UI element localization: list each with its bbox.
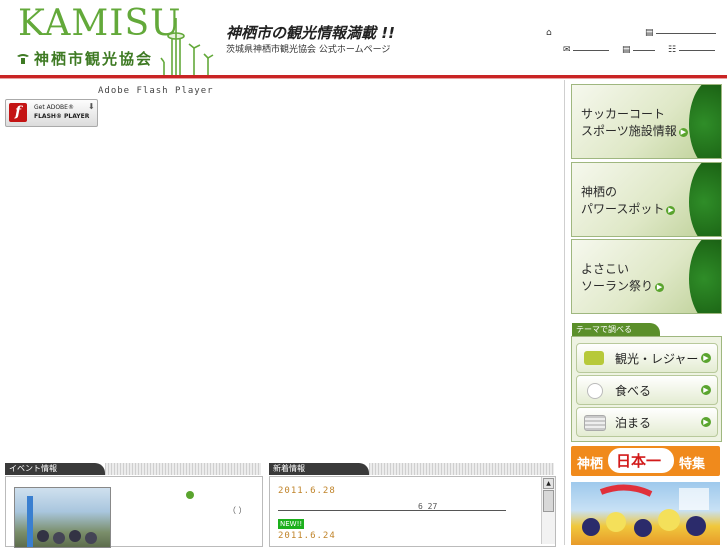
tab-stripe: [369, 463, 554, 475]
emblem-icon: [17, 54, 29, 64]
arrow-right-icon: ▶: [701, 353, 711, 363]
banner-swoosh: [689, 85, 721, 158]
mail-icon: ✉: [563, 45, 571, 55]
news-divider: [278, 510, 506, 511]
banner-festival-photo[interactable]: [571, 482, 720, 545]
news-date: 2011.6.28: [278, 486, 336, 496]
site-logo-subtitle[interactable]: 神栖市観光協会: [16, 48, 153, 69]
logo-subtitle-text: 神栖市観光協会: [34, 50, 154, 68]
util-link-2[interactable]: ✉: [563, 45, 610, 55]
banner-swoosh: [689, 240, 721, 313]
home-link[interactable]: ⌂: [546, 28, 552, 38]
news-tab-label: 新着情報: [273, 464, 305, 473]
arrow-right-icon: ▶: [655, 283, 665, 292]
site-subtagline: 茨城県神栖市観光協会 公式ホームページ: [226, 45, 391, 55]
util-link-4[interactable]: ☷: [668, 45, 715, 55]
theme-stay-button[interactable]: 泊まる ▶: [576, 407, 718, 437]
arrow-right-icon: ▶: [701, 385, 711, 395]
event-photo[interactable]: [14, 487, 111, 548]
nippon-right-text: 特集: [679, 457, 706, 472]
arrow-right-icon: ▶: [678, 128, 688, 137]
theme-search-panel: 観光・レジャー ▶ 食べる ▶ 泊まる ▶: [571, 336, 722, 442]
theme-button-label: 食べる: [615, 384, 652, 398]
download-arrow-icon: ⬇: [88, 102, 95, 111]
site-tagline: 神栖市の観光情報満載 !!: [226, 24, 395, 42]
theme-search-tab: テーマで調べる: [572, 323, 660, 336]
sitemap-icon: ☷: [668, 45, 677, 55]
theme-button-label: 観光・レジャー: [615, 352, 699, 366]
banner-line2: ソーラン祭り ▶: [581, 279, 665, 293]
scroll-up-arrow-icon[interactable]: ▲: [543, 478, 554, 489]
arrow-right-icon: ▶: [666, 206, 676, 215]
news-panel: 2011.6.28 6 27 NEW!! 2011.6.24 ▲: [269, 476, 556, 547]
banner-line1: 神栖の: [581, 185, 618, 199]
event-arrow-icon[interactable]: [186, 491, 194, 499]
site-header: KAMISU 神栖市観光協会 神栖市の観光情報満載 !! 茨城県神栖市観光協会 …: [0, 0, 727, 80]
banner-line1: サッカーコート: [581, 107, 666, 121]
banner-line2: スポーツ施設情報 ▶: [581, 124, 688, 138]
util-link-1[interactable]: ▤: [645, 28, 717, 38]
get-flash-player-button[interactable]: f Get ADOBE® FLASH® PLAYER ⬇: [5, 99, 98, 127]
banner-japan-number-one[interactable]: 神栖 日本一 特集: [571, 446, 720, 476]
festival-dancers-illustration: [582, 484, 709, 537]
banner-yosakoi-festival[interactable]: よさこい ソーラン祭り ▶: [571, 239, 722, 314]
news-tab: 新着情報: [269, 463, 558, 475]
banner-line2: パワースポット ▶: [581, 202, 676, 216]
link-underline: [633, 49, 656, 51]
bus-icon: [584, 351, 604, 365]
flash-player-label: Adobe Flash Player: [98, 86, 214, 96]
theme-eat-button[interactable]: 食べる ▶: [576, 375, 718, 405]
link-underline: [656, 32, 717, 34]
flash-button-line2: FLASH® PLAYER: [34, 113, 90, 120]
nippon-center-text: 日本一: [616, 452, 662, 470]
document-icon: ▤: [622, 45, 631, 55]
nippon-left-text: 神栖: [577, 457, 604, 472]
link-underline: [573, 49, 610, 51]
events-panel: （ ）: [5, 476, 263, 548]
banner-power-spot[interactable]: 神栖の パワースポット ▶: [571, 162, 722, 237]
scrollbar-thumb[interactable]: [543, 490, 554, 512]
document-icon: ▤: [645, 28, 654, 38]
banner-line1: よさこい: [581, 262, 630, 276]
theme-button-label: 泊まる: [615, 416, 652, 430]
flash-button-line1: Get ADOBE®: [34, 104, 74, 111]
event-photo-image: [27, 496, 97, 547]
event-paren-text: （ ）: [228, 506, 247, 515]
plate-icon: [587, 383, 603, 399]
site-logo-wordmark[interactable]: KAMISU: [18, 4, 182, 44]
tower-windmill-icon: [160, 18, 214, 76]
tab-stripe: [105, 463, 261, 475]
sidebar-divider: [564, 80, 565, 545]
news-scrollbar[interactable]: ▲: [541, 477, 555, 544]
flash-logo-icon: f: [9, 103, 27, 122]
news-date: 2011.6.24: [278, 531, 336, 541]
bed-icon: [584, 415, 606, 431]
banner-sports-facilities[interactable]: サッカーコート スポーツ施設情報 ▶: [571, 84, 722, 159]
util-link-3[interactable]: ▤: [622, 45, 656, 55]
header-divider-shadow: [0, 78, 727, 79]
events-tab-label: イベント情報: [9, 464, 57, 473]
link-underline: [678, 49, 715, 51]
arrow-right-icon: ▶: [701, 417, 711, 427]
nippon-center-badge: 日本一: [608, 448, 674, 473]
new-badge: NEW!!: [278, 519, 305, 529]
theme-sightseeing-button[interactable]: 観光・レジャー ▶: [576, 343, 718, 373]
home-icon: ⌂: [546, 28, 552, 38]
events-tab: イベント情報: [5, 463, 265, 475]
banner-swoosh: [689, 163, 721, 236]
